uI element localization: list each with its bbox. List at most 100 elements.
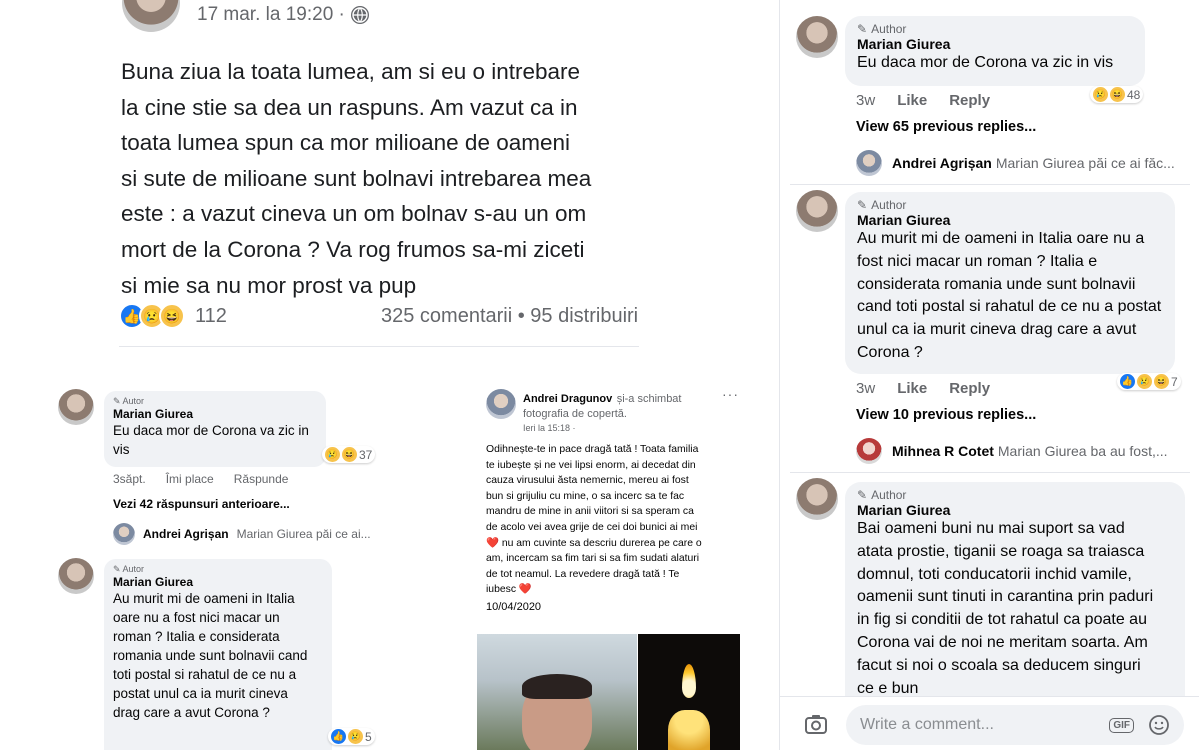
comment-avatar[interactable]	[796, 16, 838, 58]
haha-reaction-icon: 😆	[342, 447, 357, 462]
comment-reactions[interactable]: 👍 😢 5	[328, 728, 375, 745]
author-badge: ✎ Autor	[113, 564, 145, 574]
comment-avatar[interactable]	[58, 558, 94, 594]
author-tag-text: Autor	[122, 564, 145, 574]
like-reaction-icon: 👍	[331, 729, 346, 744]
author-badge: ✎ Author	[857, 22, 907, 36]
post-timestamp-text: 17 mar. la 19:20 ·	[197, 4, 345, 25]
reply-button[interactable]: Reply	[949, 380, 990, 397]
comment-input-placeholder: Write a comment...	[860, 716, 994, 733]
globe-icon	[350, 6, 369, 24]
comment-author-name[interactable]: Marian Giurea	[857, 36, 1133, 52]
more-options-icon[interactable]: ···	[722, 386, 739, 402]
post-divider	[119, 346, 639, 347]
haha-reaction-icon: 😆	[1110, 87, 1125, 102]
reply-button[interactable]: Răspunde	[234, 472, 289, 486]
view-previous-replies[interactable]: View 65 previous replies...	[856, 119, 1036, 135]
comment-text: Au murit mi de oameni in Italia oare nu …	[113, 591, 308, 720]
comment-author-name[interactable]: Marian Giurea	[113, 575, 323, 589]
card-time: Ieri la 15:18 ·	[523, 423, 576, 433]
card-author-avatar[interactable]	[486, 389, 516, 419]
reply-author-name: Andrei Agrișan	[143, 527, 229, 541]
section-divider	[790, 184, 1190, 185]
card-author-name[interactable]: Andrei Dragunov	[523, 393, 612, 405]
comment-age: 3w	[856, 92, 876, 109]
reply-author-name: Mihnea R Cotet	[892, 443, 994, 459]
reaction-count: 7	[1171, 374, 1178, 389]
person-hair	[522, 674, 592, 699]
like-button[interactable]: Îmi place	[166, 472, 214, 486]
haha-reaction-icon: 😆	[1154, 374, 1169, 389]
comment-author-name[interactable]: Marian Giurea	[857, 212, 1163, 228]
section-divider	[790, 472, 1190, 473]
comment-author-name[interactable]: Marian Giurea	[857, 502, 1173, 518]
reply-text: Marian Giurea păi ce ai...	[236, 527, 371, 541]
reaction-count: 112	[195, 304, 227, 327]
view-previous-replies[interactable]: Vezi 42 răspunsuri anterioare...	[113, 497, 290, 511]
comment-reactions[interactable]: 😢 😆 48	[1090, 86, 1144, 103]
comments-shares-count[interactable]: 325 comentarii • 95 distribuiri	[381, 305, 639, 328]
reply-text: Marian Giurea păi ce ai făc...	[995, 155, 1175, 171]
comment-input[interactable]: Write a comment... GIF	[846, 705, 1184, 745]
card-header: Andrei Dragunov și-a schimbat fotografia…	[523, 391, 718, 433]
comment-text: Eu daca mor de Corona va zic in vis	[113, 423, 309, 457]
sad-reaction-icon: 😢	[1137, 374, 1152, 389]
camera-icon[interactable]	[803, 711, 829, 737]
comment-reactions[interactable]: 😢 😆 37	[322, 446, 376, 463]
comment-avatar[interactable]	[796, 190, 838, 232]
reply-preview[interactable]: Andrei Agrișan Marian Giurea păi ce ai f…	[856, 150, 1186, 176]
reply-text: Marian Giurea ba au fost,...	[997, 443, 1168, 459]
comment-reactions[interactable]: 👍 😢 😆 7	[1117, 373, 1181, 390]
card-date: 10/04/2020	[486, 601, 542, 613]
reply-avatar	[856, 150, 882, 176]
author-badge: ✎ Author	[857, 488, 907, 502]
comment-text: Eu daca mor de Corona va zic in vis	[857, 54, 1114, 71]
card-post-text: Odihnește-te in pace dragă tată ! Toata …	[486, 444, 702, 596]
comment-text: Bai oameni buni nu mai suport sa vad ata…	[857, 520, 1154, 696]
sad-reaction-icon: 😢	[1093, 87, 1108, 102]
candle-body	[668, 710, 710, 750]
comment-bubble: ✎ Autor Marian Giurea Au murit mi de oam…	[104, 559, 332, 750]
like-reaction-icon: 👍	[1120, 374, 1135, 389]
reply-button[interactable]: Reply	[949, 92, 990, 109]
author-tag-text: Author	[871, 22, 907, 36]
comment-bubble: ✎ Autor Marian Giurea Eu daca mor de Cor…	[104, 391, 326, 467]
candle-image	[638, 634, 740, 750]
comment-actions: 3săpt. Îmi place Răspunde	[113, 472, 288, 486]
author-badge: ✎ Autor	[113, 396, 145, 406]
author-tag-text: Autor	[122, 396, 145, 406]
view-previous-replies[interactable]: View 10 previous replies...	[856, 407, 1036, 423]
reply-preview[interactable]: Mihnea R Cotet Marian Giurea ba au fost,…	[856, 438, 1186, 464]
author-badge: ✎ Author	[857, 198, 907, 212]
author-tag-text: Author	[871, 198, 907, 212]
comment-bubble: ✎ Author Marian Giurea Eu daca mor de Co…	[845, 16, 1145, 86]
reply-preview[interactable]: Andrei Agrișan Marian Giurea păi ce ai..…	[113, 523, 371, 545]
like-button[interactable]: Like	[897, 92, 927, 109]
post-body: Buna ziua la toata lumea, am si eu o int…	[121, 59, 592, 298]
haha-reaction-icon: 😆	[159, 303, 185, 329]
comment-actions: 3w Like Reply	[856, 380, 990, 397]
comment-bubble: ✎ Author Marian Giurea Au murit mi de oa…	[845, 192, 1175, 374]
comment-actions: 3w Like Reply	[856, 92, 990, 109]
comment-avatar[interactable]	[796, 478, 838, 520]
reaction-count: 48	[1127, 87, 1141, 102]
like-button[interactable]: Like	[897, 380, 927, 397]
reaction-count: 37	[359, 447, 373, 462]
comment-age: 3w	[856, 380, 876, 397]
comment-author-name[interactable]: Marian Giurea	[113, 407, 317, 421]
reply-avatar	[113, 523, 135, 545]
reply-author-name: Andrei Agrișan	[892, 155, 992, 171]
comment-text: Au murit mi de oameni in Italia oare nu …	[857, 230, 1162, 361]
post-author-avatar[interactable]	[122, 0, 180, 32]
comment-avatar[interactable]	[58, 389, 94, 425]
gif-icon[interactable]: GIF	[1109, 717, 1134, 733]
candle-flame-icon	[682, 664, 696, 698]
emoji-icon[interactable]	[1148, 714, 1170, 736]
sad-reaction-icon: 😢	[325, 447, 340, 462]
reaction-count: 5	[365, 729, 372, 744]
post-timestamp[interactable]: 17 mar. la 19:20 ·	[197, 4, 369, 26]
card-photo[interactable]	[477, 634, 637, 750]
post-reactions[interactable]: 👍 😢 😆 112	[119, 303, 227, 329]
author-tag-text: Author	[871, 488, 907, 502]
column-divider	[779, 0, 780, 750]
